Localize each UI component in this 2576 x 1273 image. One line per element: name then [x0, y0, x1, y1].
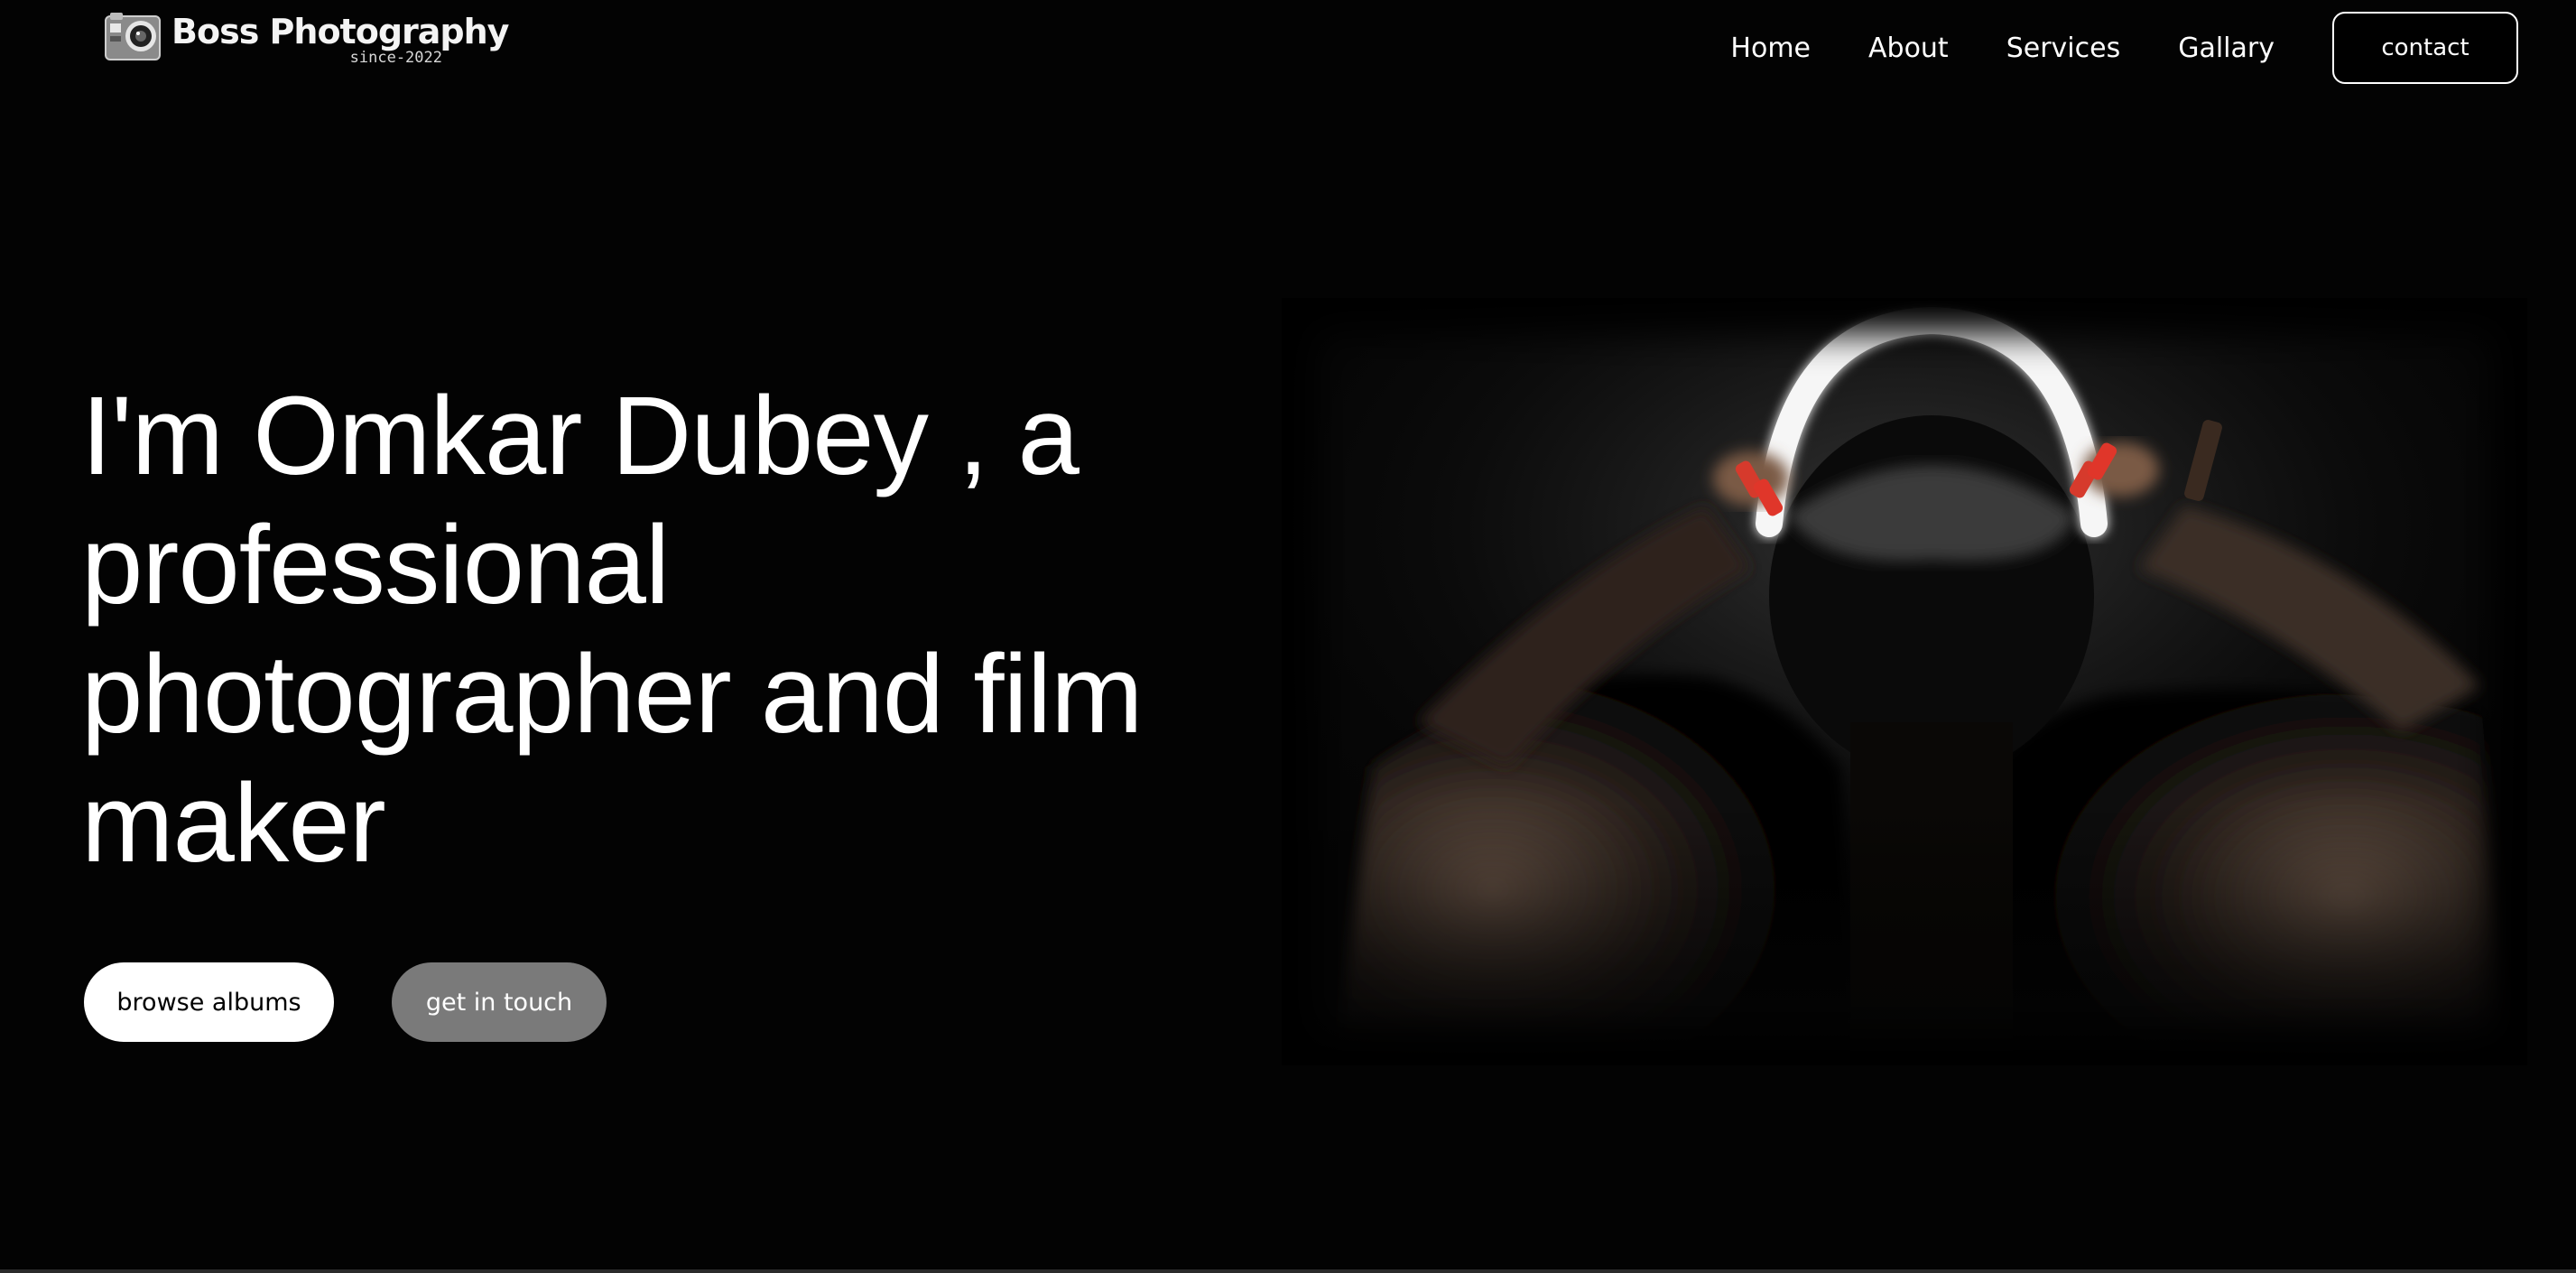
nav-link-gallery[interactable]: Gallary: [2178, 33, 2275, 64]
camera-icon: [105, 13, 161, 61]
nav-link-about[interactable]: About: [1868, 33, 1949, 64]
brand-wordmark: Boss Photography since-2022: [171, 13, 509, 69]
brand-tagline: since-2022: [349, 49, 442, 67]
brand-logo[interactable]: Boss Photography since-2022: [105, 13, 509, 69]
main-nav: Home About Services Gallary contact: [1730, 11, 2518, 85]
get-in-touch-button[interactable]: get in touch: [392, 962, 607, 1042]
browse-albums-button[interactable]: browse albums: [84, 962, 334, 1042]
nav-link-home[interactable]: Home: [1730, 33, 1811, 64]
contact-button[interactable]: contact: [2332, 12, 2518, 84]
hero-photo: [1282, 298, 2527, 1065]
hero-heading: I'm Omkar Dubey , a professional photogr…: [81, 375, 1144, 886]
nav-link-services[interactable]: Services: [2006, 33, 2121, 64]
brand-name: Boss Photography: [171, 12, 509, 51]
page-bottom-border: [0, 1269, 2576, 1273]
page: Boss Photography since-2022 Home About S…: [0, 0, 2576, 1273]
